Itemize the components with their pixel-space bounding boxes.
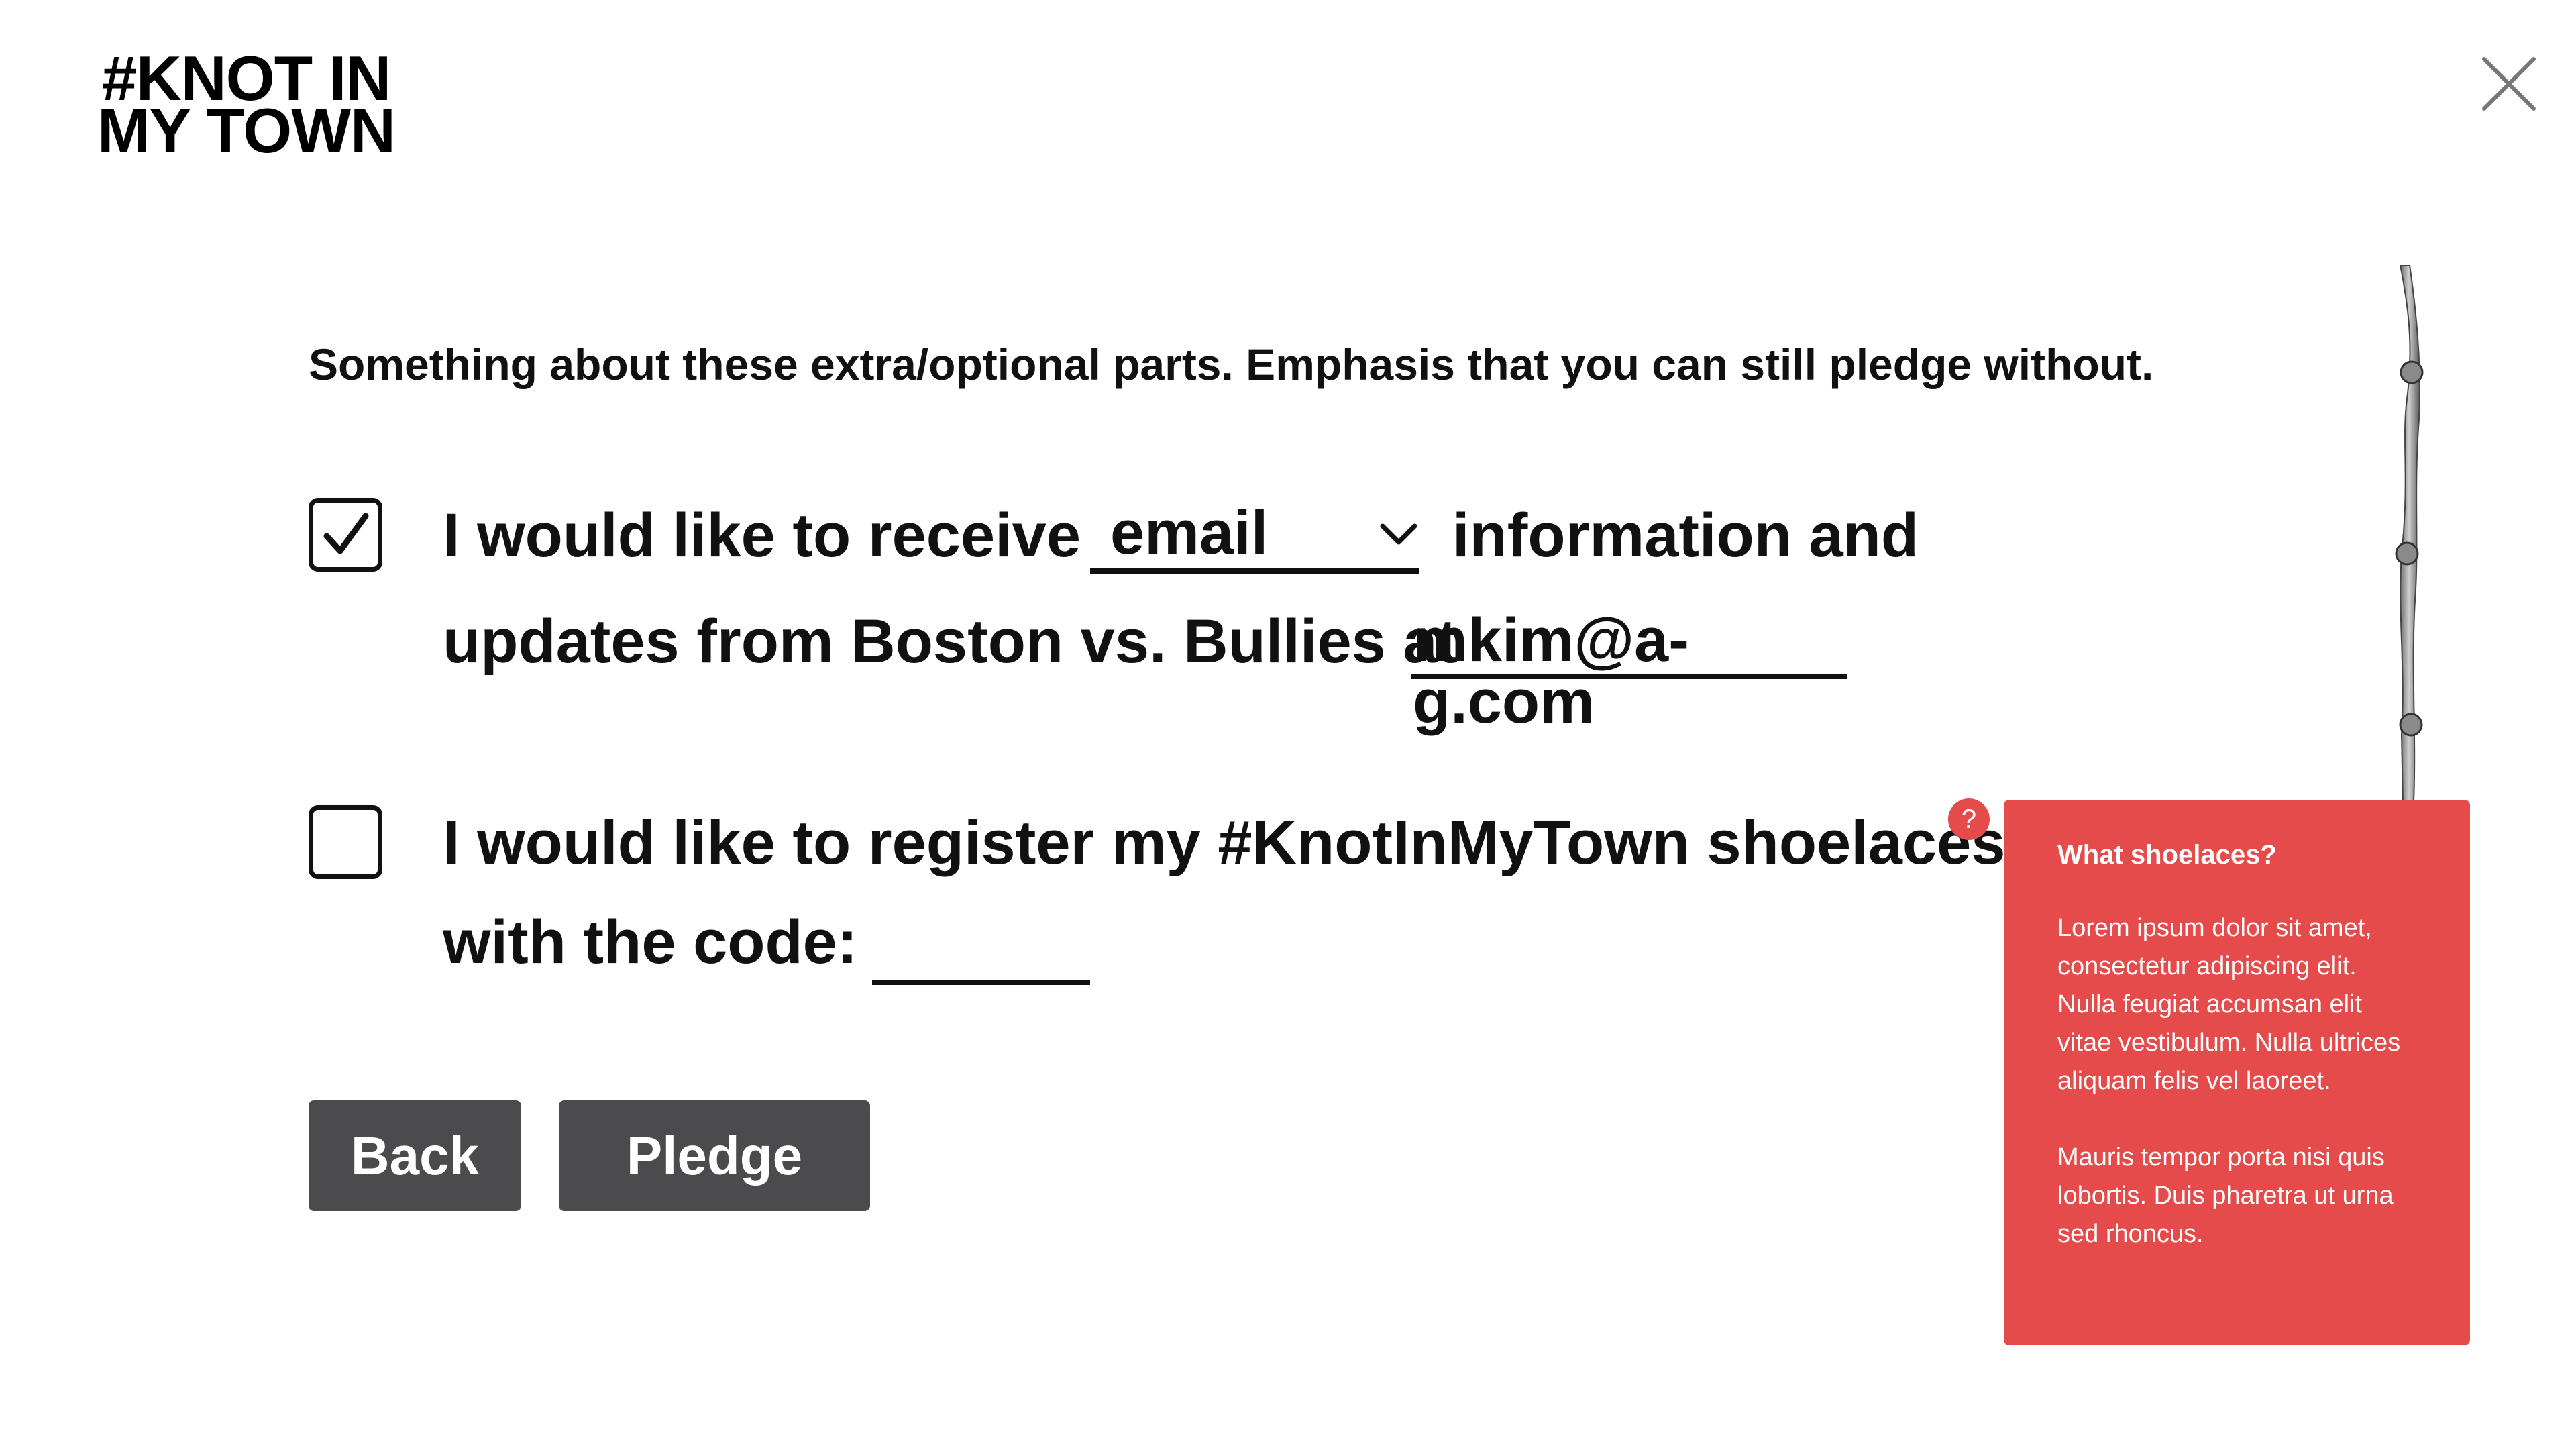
- chevron-down-icon: [1380, 523, 1417, 545]
- email-field[interactable]: mkim@a-g.com: [1411, 604, 1847, 733]
- email-optin-text-after: information and: [1452, 501, 1919, 570]
- back-button[interactable]: Back: [309, 1100, 521, 1211]
- close-button[interactable]: [2479, 54, 2539, 114]
- email-optin-checkbox[interactable]: [309, 498, 382, 572]
- shoelaces-text-line-2: with the code:: [443, 908, 858, 976]
- logo-line-2: MY TOWN: [97, 95, 396, 166]
- tooltip-paragraph-2: Mauris tempor porta nisi quis lobortis. …: [2057, 1143, 2394, 1248]
- checkmark-icon: [323, 513, 369, 554]
- rope-icon: [2395, 265, 2424, 802]
- contact-method-value: email: [1110, 499, 1269, 567]
- tooltip-title: What shoelaces?: [2057, 840, 2277, 870]
- contact-method-select[interactable]: email: [1090, 497, 1419, 574]
- pledge-options-page: #KNOT IN MY TOWN Something about these e…: [0, 0, 2576, 1454]
- shoelaces-checkbox[interactable]: [309, 805, 382, 879]
- tooltip-paragraph-1: Lorem ipsum dolor sit amet, consectetur …: [2057, 914, 2401, 1095]
- email-optin-text-before: I would like to receive: [443, 501, 1081, 570]
- logo: #KNOT IN MY TOWN: [97, 47, 396, 166]
- shoelaces-text-line-1: I would like to register my #KnotInMyTow…: [443, 809, 2006, 877]
- intro-text: Something about these extra/optional par…: [309, 340, 2154, 389]
- shoelaces-tooltip: What shoelaces? Lorem ipsum dolor sit am…: [2004, 800, 2470, 1345]
- close-icon: [2482, 57, 2536, 111]
- email-optin-line-2: updates from Boston vs. Bullies at: [443, 607, 1458, 676]
- shoelace-code-input[interactable]: [872, 913, 1090, 985]
- help-icon[interactable]: ?: [1948, 798, 1990, 840]
- pledge-button[interactable]: Pledge: [559, 1100, 870, 1211]
